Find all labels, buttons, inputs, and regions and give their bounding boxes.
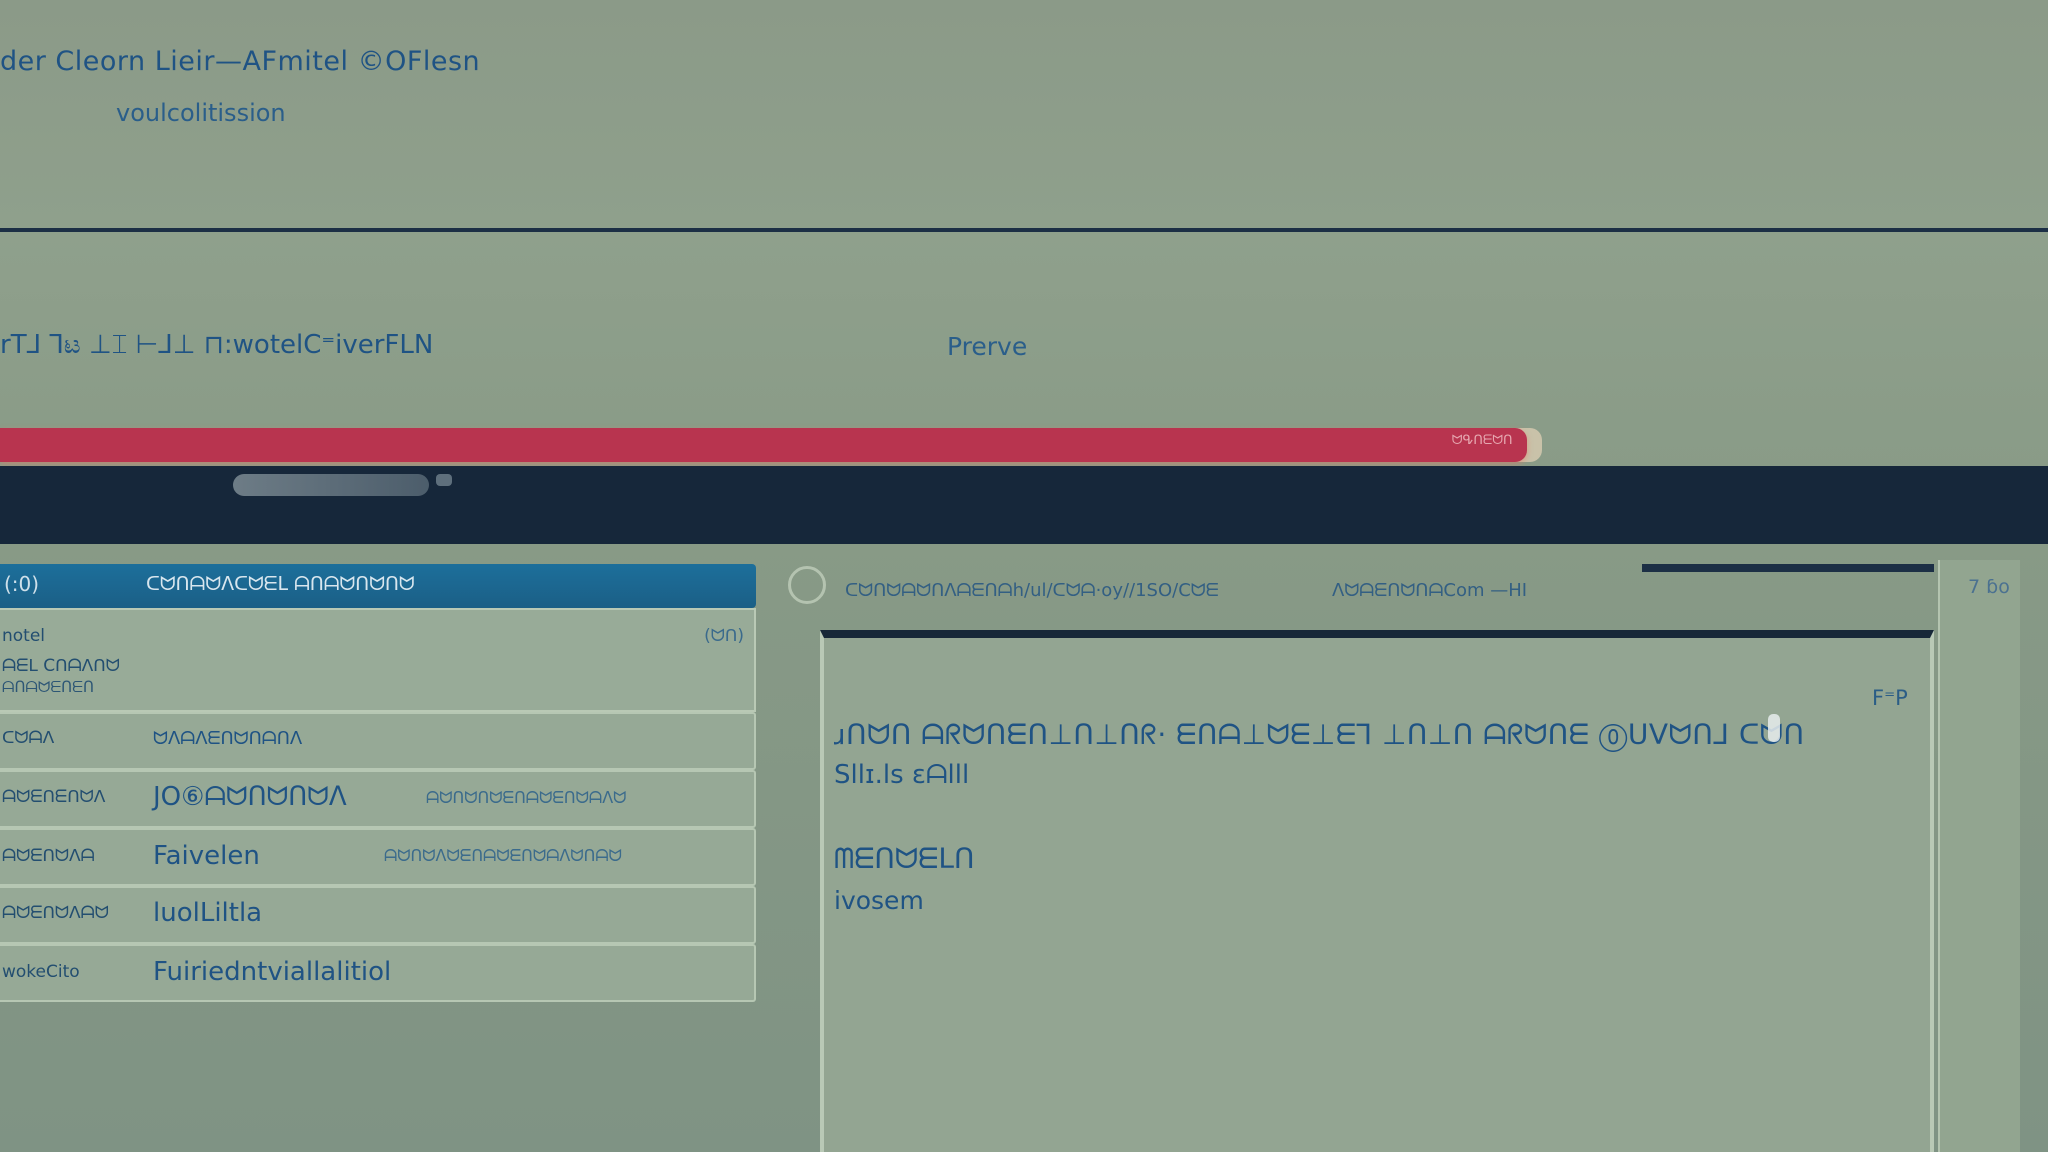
list-count: (:0) — [4, 572, 40, 596]
list-item-key: wokeCito — [2, 962, 80, 982]
window-title: der Cleorn Lieir—AFmitel ©OFlesn — [0, 46, 481, 77]
list-item[interactable]: ᑕᗢᗩᐱ ᗢᐱᗩᐱᗴᑎᗢᑎᗩᑎᐱ — [0, 712, 756, 770]
document-url-tail: ᐱᗢᗩᗴᑎᗢᑎᗩCom —HI — [1332, 580, 1528, 601]
list-item-key: ᗩᗢᗴᑎᗢᐱᗩ — [2, 846, 95, 866]
document-editor[interactable] — [820, 630, 1934, 1152]
document-url[interactable]: ᑕᗢᑎᗢᗩᗢᑎᐱᗩᗴᑎᗩh/ul/ᑕᗢᗩ·oy//1SO/Cᗢᗴ — [845, 580, 1219, 601]
results-list: (:0) ᑕᗢᑎᗩᗢᐱᑕᗢᗴᒪ ᗩᑎᗩᗢᑎᗢᑎᗢ notel ᗩᗴᒪ Cᑎᗩᐱᑎ… — [0, 564, 756, 1002]
list-item-extra: ᗩᗢᑎᗢᐱᗢᗴᑎᗩᗢᗴᑎᗢᗩᐱᗢᑎᗩᗢ — [384, 846, 622, 865]
list-item-value: JO⑥ᗩᗢᑎᗢᑎᗢᐱ — [153, 782, 347, 812]
document-corner-label: F⁼P — [1872, 686, 1908, 710]
title-bar: der Cleorn Lieir—AFmitel ©OFlesn voulcol… — [0, 0, 2048, 232]
page-count: 7 ɓo — [1968, 576, 2010, 598]
list-item-value: Faivelen — [153, 841, 260, 871]
list-item-key: ᑕᗢᗩᐱ — [2, 728, 55, 748]
list-item[interactable]: ᗩᗢᗴᑎᗢᐱᗩ Faivelen ᗩᗢᑎᗢᐱᗢᗴᑎᗩᗢᗴᑎᗢᗩᐱᗢᑎᗩᗢ — [0, 828, 756, 886]
mouse-cursor-icon — [1768, 714, 1780, 742]
document-line-2: Sllɪ.ls ɛᗩlll — [834, 760, 970, 790]
header-divider — [0, 228, 2048, 232]
document-line-1: ɹᑎᗢᑎ ᗩᖇᗢᑎᗴᑎ⊥ᑎ⊥ᑎᖇ· ᗴᑎᗩ⊥ᗢᗴ⊥ᗴ⅂ ⊥ᑎ⊥ᑎ ᗩᖇᗢᑎᗴ ⓪… — [834, 718, 1805, 751]
list-item-extra: ᗩᗢᑎᗢᑎᗢᗴᑎᗩᗢᗴᑎᗢᗩᐱᗢ — [426, 788, 627, 807]
window-subtitle: voulcolitission — [116, 99, 286, 127]
list-item-key: ᗩᗢᗴᑎᗢᐱᗩᗢ — [2, 903, 109, 923]
document-line-3: ᗰᗴᑎᗢᗴᒪᑎ — [834, 842, 975, 875]
progress-bar: ᗢᕴᑎᗴᗢᑎ — [0, 428, 1542, 462]
scrollbar-arrow-icon[interactable] — [436, 474, 452, 486]
list-item[interactable]: ᗩᗢᗴᑎᗴᑎᗢᐱ JO⑥ᗩᗢᑎᗢᑎᗢᐱ ᗩᗢᑎᗢᑎᗢᗴᑎᗩᗢᗴᑎᗢᗩᐱᗢ — [0, 770, 756, 828]
detail-line-3: ᗩᑎᗩᗢᗴᑎᗴᑎ — [2, 678, 94, 696]
side-panel — [1938, 560, 2020, 1152]
list-item-value: ᗢᐱᗩᐱᗴᑎᗢᑎᗩᑎᐱ — [153, 728, 303, 749]
preview-link[interactable]: Prerve — [947, 332, 1027, 361]
detail-line-2: ᗩᗴᒪ Cᑎᗩᐱᑎᗢ — [2, 656, 120, 676]
scrollbar-thumb[interactable] — [233, 474, 429, 496]
detail-badge: (ᗢᑎ) — [704, 626, 744, 646]
list-item[interactable]: wokeCito Fuiriedntviallalitiol — [0, 944, 756, 1002]
list-item[interactable]: ᗩᗢᗴᑎᗢᐱᗩᗢ luolLiltla — [0, 886, 756, 944]
list-item-key: ᗩᗢᗴᑎᗴᑎᗢᐱ — [2, 787, 106, 807]
detail-line-1: notel — [2, 626, 46, 646]
list-item-value: luolLiltla — [153, 898, 263, 928]
list-header-selected[interactable]: (:0) ᑕᗢᑎᗩᗢᐱᑕᗢᗴᒪ ᗩᑎᗩᗢᑎᗢᑎᗢ — [0, 564, 756, 608]
list-item-value: Fuiriedntviallalitiol — [153, 957, 392, 987]
progress-label: ᗢᕴᑎᗴᗢᑎ — [1451, 433, 1513, 448]
list-detail-card[interactable]: notel ᗩᗴᒪ Cᑎᗩᐱᑎᗢ ᗩᑎᗩᗢᗴᑎᗴᑎ (ᗢᑎ) — [0, 608, 756, 712]
document-line-4: ivosem — [834, 886, 924, 915]
path-breadcrumb[interactable]: rT⅃ ⅂ಟ ⊥⌶ ⊢⅃⊥ ⊓:wotelC⁼iverFLN — [0, 330, 433, 361]
app-window: der Cleorn Lieir—AFmitel ©OFlesn voulcol… — [0, 0, 2048, 1152]
list-header-title: ᑕᗢᑎᗩᗢᐱᑕᗢᗴᒪ ᗩᑎᗩᗢᑎᗢᑎᗢ — [146, 573, 415, 595]
toolbar-divider — [1642, 564, 1934, 572]
select-radio[interactable] — [788, 566, 826, 604]
progress-fill: ᗢᕴᑎᗴᗢᑎ — [0, 428, 1527, 462]
